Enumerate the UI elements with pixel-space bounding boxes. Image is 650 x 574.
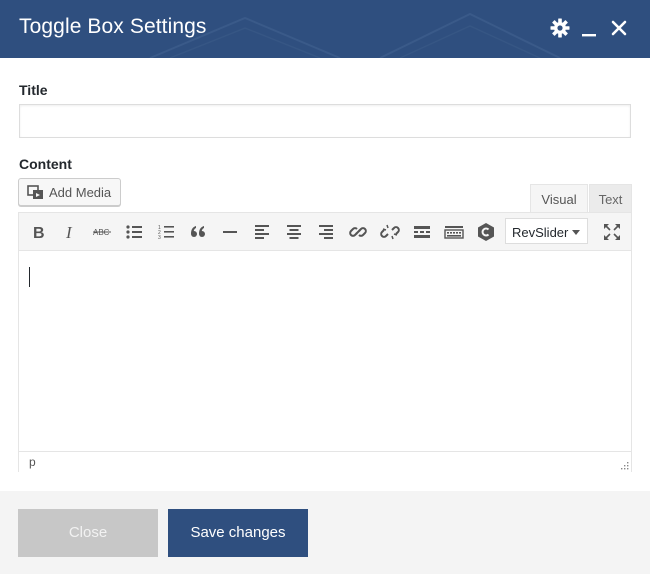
insert-link-button[interactable] (346, 220, 370, 244)
unlink-icon (380, 224, 400, 240)
settings-button[interactable] (548, 16, 572, 40)
italic-icon: I (65, 223, 73, 242)
revslider-dropdown[interactable]: RevSlider (505, 218, 588, 244)
close-icon (611, 20, 627, 36)
close-button-label: Close (68, 524, 108, 541)
horizontal-rule-button[interactable] (218, 220, 242, 244)
dialog-title: Toggle Box Settings (19, 15, 207, 38)
remove-link-button[interactable] (378, 220, 402, 244)
tab-visual[interactable]: Visual (530, 184, 588, 213)
close-dialog-button[interactable] (607, 16, 631, 40)
strikethrough-button[interactable]: ABC (90, 220, 114, 244)
close-button[interactable]: Close (18, 509, 158, 557)
text-cursor (29, 267, 30, 287)
minimize-button[interactable] (577, 16, 601, 40)
strikethrough-icon: ABC (93, 228, 111, 237)
bullet-list-icon (126, 225, 142, 239)
gear-icon (550, 18, 570, 38)
add-media-label: Add Media (49, 185, 112, 200)
bold-icon: B (33, 225, 45, 242)
align-right-button[interactable] (314, 220, 338, 244)
numbered-list-icon: 123 (158, 225, 174, 241)
content-editing-area[interactable] (19, 251, 631, 450)
bold-button[interactable]: B (26, 220, 50, 244)
save-changes-button[interactable]: Save changes (168, 509, 308, 557)
blockquote-icon (191, 226, 205, 237)
title-input[interactable] (19, 104, 631, 138)
element-path[interactable]: p (29, 455, 36, 469)
read-more-icon (414, 226, 430, 238)
tab-visual-label: Visual (541, 192, 577, 207)
toggle-box-settings-dialog: Toggle Box Settings Title Content Add Me… (0, 0, 650, 574)
horizontal-rule-icon (223, 231, 237, 233)
fullscreen-icon (604, 224, 620, 240)
title-label: Title (19, 82, 48, 98)
toolbar-toggle-icon (444, 226, 464, 239)
svg-text:3: 3 (158, 235, 161, 241)
align-left-icon (255, 225, 269, 239)
svg-text:B: B (33, 225, 45, 242)
editor-toolbar: B I ABC 1 2 3 RevSlider (19, 213, 631, 251)
editor-statusbar: p (19, 451, 631, 472)
align-right-icon (319, 225, 333, 239)
minimize-icon (582, 34, 596, 37)
content-editor: B I ABC 1 2 3 RevSlider p (18, 212, 632, 472)
media-icon (27, 185, 43, 199)
content-label: Content (19, 156, 72, 172)
svg-text:I: I (65, 223, 73, 242)
align-left-button[interactable] (250, 220, 274, 244)
align-center-button[interactable] (282, 220, 306, 244)
toolbar-toggle-button[interactable] (442, 220, 466, 244)
resize-handle-icon[interactable] (619, 460, 629, 470)
dialog-footer: Close Save changes (0, 491, 650, 574)
save-changes-label: Save changes (190, 524, 286, 541)
tab-text[interactable]: Text (589, 184, 632, 213)
tab-text-label: Text (598, 192, 623, 207)
read-more-button[interactable] (410, 220, 434, 244)
link-icon (349, 227, 367, 237)
dialog-header: Toggle Box Settings (0, 0, 650, 58)
fullscreen-button[interactable] (600, 220, 624, 244)
chevron-down-icon (572, 230, 580, 235)
italic-button[interactable]: I (58, 220, 82, 244)
align-center-icon (287, 225, 301, 239)
add-media-button[interactable]: Add Media (18, 178, 121, 206)
bullet-list-button[interactable] (122, 220, 146, 244)
shortcode-icon (478, 223, 494, 241)
blockquote-button[interactable] (186, 220, 210, 244)
numbered-list-button[interactable]: 123 (154, 220, 178, 244)
shortcode-button[interactable] (474, 220, 498, 244)
revslider-dropdown-label: RevSlider (512, 225, 569, 240)
